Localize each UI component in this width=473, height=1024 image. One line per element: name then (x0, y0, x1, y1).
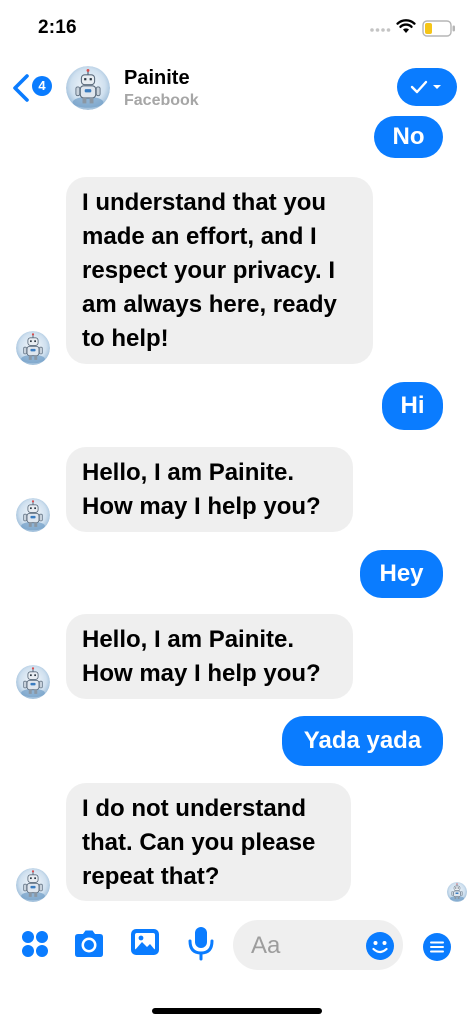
microphone-icon[interactable] (187, 925, 215, 961)
emoji-icon[interactable] (365, 931, 395, 961)
message-incoming[interactable]: I do not understand that. Can you please… (66, 783, 351, 901)
signal-icon (370, 28, 391, 32)
message-incoming[interactable]: Hello, I am Painite. How may I help you? (66, 614, 353, 699)
message-incoming[interactable]: I understand that you made an effort, an… (66, 177, 373, 364)
check-dropdown-button[interactable] (397, 68, 457, 106)
photo-icon[interactable] (129, 927, 161, 957)
avatar[interactable] (66, 66, 110, 110)
avatar (16, 331, 50, 365)
check-dropdown-icon (410, 80, 441, 94)
status-time: 2:16 (38, 17, 77, 38)
message-outgoing[interactable]: No (374, 116, 443, 158)
menu-icon[interactable] (422, 932, 452, 962)
conversation-header: 4 Painite Facebook (0, 56, 473, 122)
avatar (16, 665, 50, 699)
message-input[interactable]: Aa (233, 920, 403, 970)
unread-badge[interactable]: 4 (32, 76, 52, 96)
home-indicator[interactable] (152, 1008, 322, 1014)
apps-grid-icon[interactable] (20, 929, 50, 959)
back-chevron-icon[interactable] (10, 73, 32, 103)
message-input-placeholder: Aa (251, 932, 281, 959)
contact-name[interactable]: Painite (124, 67, 190, 90)
message-composer: Aa (0, 916, 473, 976)
avatar (16, 868, 50, 902)
message-outgoing[interactable]: Yada yada (282, 716, 443, 766)
avatar (16, 498, 50, 532)
read-receipt-avatar (447, 882, 467, 902)
contact-source: Facebook (124, 92, 199, 109)
status-bar: 2:16 (0, 0, 473, 56)
message-outgoing[interactable]: Hey (360, 550, 443, 598)
message-incoming[interactable]: Hello, I am Painite. How may I help you? (66, 447, 353, 532)
battery-icon (422, 20, 455, 37)
wifi-icon (396, 19, 416, 33)
camera-icon[interactable] (72, 929, 106, 959)
message-outgoing[interactable]: Hi (382, 382, 443, 430)
